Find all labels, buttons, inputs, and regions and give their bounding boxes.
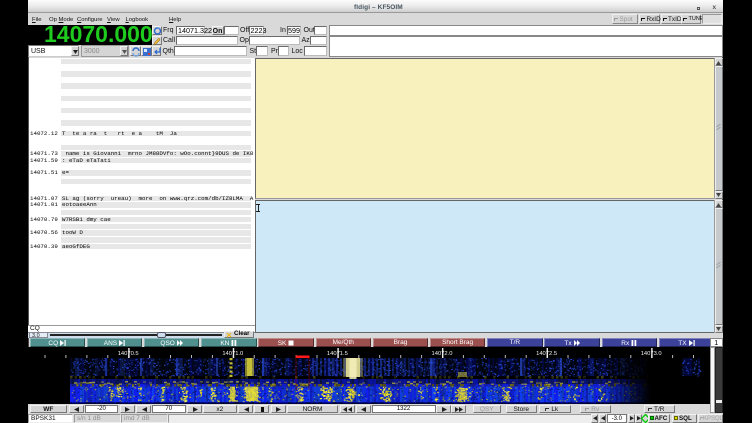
svg-text:14072.0: 14072.0	[432, 351, 453, 357]
svg-text:14071.0: 14071.0	[222, 351, 243, 357]
svg-text:14071.5: 14071.5	[327, 351, 348, 357]
svg-text:14073.0: 14073.0	[641, 351, 662, 357]
svg-text:14070.5: 14070.5	[118, 351, 139, 357]
svg-text:14072.5: 14072.5	[536, 351, 557, 357]
